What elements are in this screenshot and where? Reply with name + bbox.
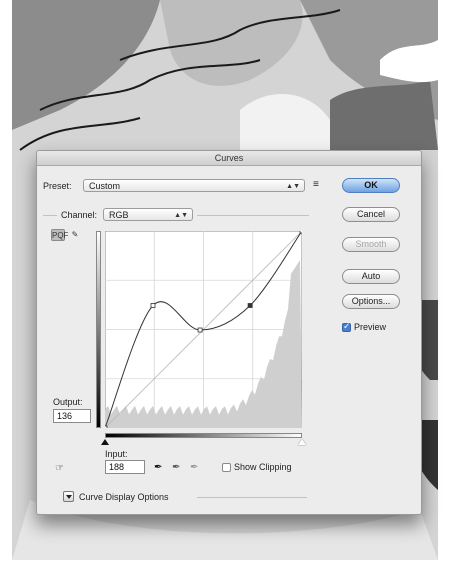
smooth-button: Smooth — [342, 237, 400, 252]
pencil-icon[interactable]: ✎ — [68, 229, 82, 241]
preset-value: Custom — [89, 181, 121, 191]
options-button[interactable]: Options... — [342, 294, 400, 309]
channel-divider-right — [197, 215, 309, 216]
channel-label: Channel: — [61, 210, 98, 220]
channel-divider-left — [43, 215, 57, 216]
curve-control-point[interactable] — [247, 303, 253, 308]
curve-control-point[interactable] — [150, 303, 156, 308]
curve-display-divider — [197, 497, 307, 498]
targeted-adjustment-icon[interactable]: ☞ — [55, 463, 64, 474]
curves-dialog: Curves Preset: Custom ▲▼ ≡ Channel: RGB … — [36, 150, 422, 515]
preview-label: Preview — [354, 322, 387, 332]
dialog-title: Curves — [214, 153, 244, 163]
curve-display-toggle[interactable] — [63, 491, 74, 502]
curve-control-point[interactable] — [299, 231, 302, 234]
input-label: Input: — [105, 449, 128, 459]
curve-control-point[interactable] — [105, 425, 108, 428]
show-clipping-label: Show Clipping — [234, 462, 292, 472]
output-label: Output: — [53, 397, 83, 407]
auto-button[interactable]: Auto — [342, 269, 400, 284]
dropdown-arrows-icon: ▲▼ — [174, 212, 188, 219]
white-point-eyedropper-icon[interactable]: ✒ — [190, 462, 198, 473]
gray-point-eyedropper-icon[interactable]: ✒ — [172, 462, 180, 473]
channel-value: RGB — [109, 210, 129, 220]
input-field[interactable]: 188 — [105, 460, 145, 474]
curve-control-point[interactable] — [197, 327, 203, 333]
curve-display-options-label: Curve Display Options — [79, 492, 169, 502]
ok-button[interactable]: OK — [342, 178, 400, 193]
cancel-button[interactable]: Cancel — [342, 207, 400, 222]
show-clipping-checkbox[interactable] — [222, 463, 231, 472]
output-gradient-bar — [96, 231, 101, 428]
preset-label: Preset: — [43, 181, 72, 191]
preset-options-icon[interactable]: ≡ — [313, 179, 319, 190]
curve-graph[interactable] — [105, 231, 302, 428]
channel-dropdown[interactable]: RGB ▲▼ — [103, 208, 193, 221]
preset-dropdown[interactable]: Custom ▲▼ — [83, 179, 305, 192]
dropdown-arrows-icon: ▲▼ — [286, 183, 300, 190]
point-tool-icon[interactable]: PQF — [51, 229, 69, 241]
white-point-slider[interactable] — [298, 439, 306, 445]
point-tool-label: PQF — [52, 231, 69, 240]
input-gradient-bar — [105, 433, 302, 438]
dialog-titlebar[interactable]: Curves — [37, 151, 421, 166]
output-field[interactable]: 136 — [53, 409, 91, 423]
black-point-eyedropper-icon[interactable]: ✒ — [154, 462, 162, 473]
preview-checkbox[interactable] — [342, 321, 351, 332]
black-point-slider[interactable] — [101, 439, 109, 445]
